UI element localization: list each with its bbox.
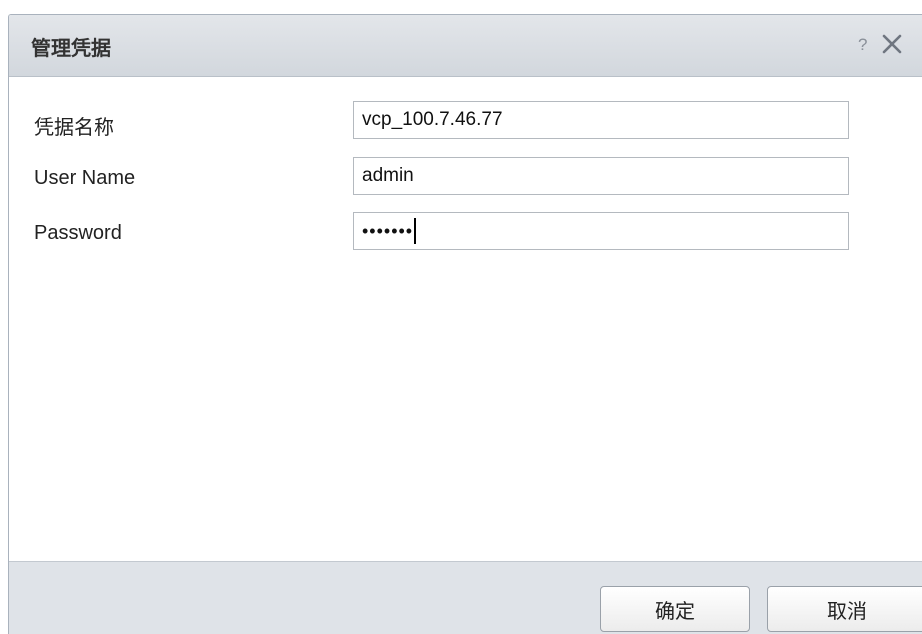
manage-credentials-dialog: 管理凭据 ? 凭据名称 vcp_100.7.46.77 User Name ad… [8,14,922,634]
credential-name-label: 凭据名称 [34,117,114,139]
username-input[interactable]: admin [353,157,849,195]
username-value: admin [362,165,414,186]
text-caret [414,218,417,244]
ok-button[interactable]: 确定 [600,586,750,632]
dialog-titlebar[interactable]: 管理凭据 ? [9,15,922,77]
password-masked-value: ••••••• [362,220,414,241]
dialog-title: 管理凭据 [31,38,111,60]
password-input[interactable]: ••••••• [353,212,849,250]
password-label: Password [34,222,122,244]
credential-name-input[interactable]: vcp_100.7.46.77 [353,101,849,139]
cancel-button[interactable]: 取消 [767,586,922,632]
username-label: User Name [34,167,136,189]
help-icon[interactable]: ? [858,35,867,55]
credential-name-value: vcp_100.7.46.77 [362,109,503,130]
close-icon[interactable] [880,32,904,56]
dialog-footer: 确定 取消 [9,561,922,634]
